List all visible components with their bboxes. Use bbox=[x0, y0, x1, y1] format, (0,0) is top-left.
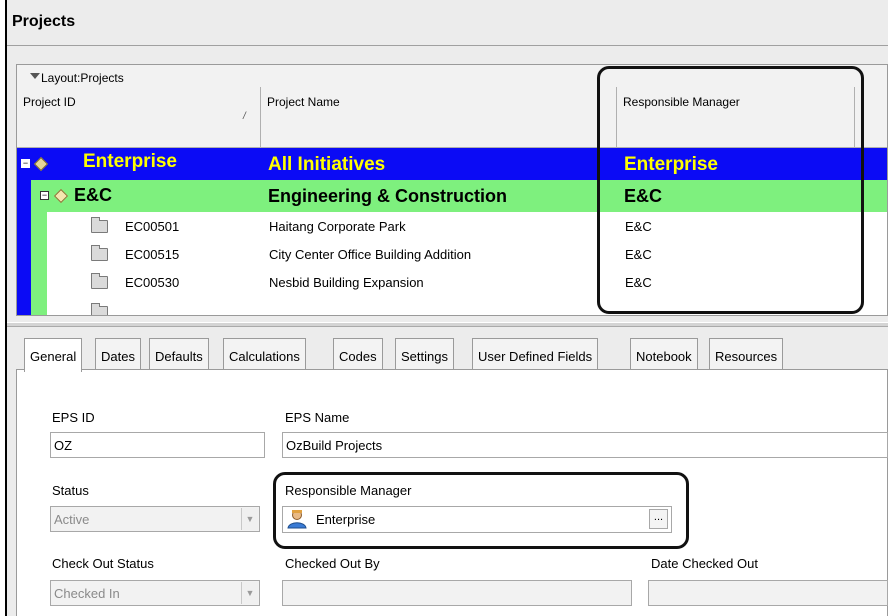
date-checked-out-field[interactable] bbox=[648, 580, 888, 606]
folder-icon bbox=[91, 273, 108, 289]
dropdown-arrow-icon[interactable]: ▼ bbox=[241, 508, 258, 530]
eps-id-label: EPS ID bbox=[52, 410, 95, 425]
layout-label[interactable]: Layout:Projects bbox=[41, 71, 124, 85]
row-id: E&C bbox=[74, 185, 113, 205]
column-header-project-id[interactable]: Project ID bbox=[17, 87, 261, 148]
tab-settings[interactable]: Settings bbox=[395, 338, 454, 369]
project-name-cell: Haitang Corporate Park bbox=[269, 219, 406, 234]
hierarchy-indent-level-1 bbox=[17, 180, 31, 315]
checked-out-by-field[interactable] bbox=[282, 580, 632, 606]
eps-name-field[interactable]: OzBuild Projects bbox=[282, 432, 888, 458]
folder-icon bbox=[91, 217, 108, 233]
hierarchy-indent-level-2 bbox=[31, 212, 47, 315]
collapse-icon[interactable]: − bbox=[21, 159, 30, 168]
row-id: Enterprise bbox=[83, 151, 177, 172]
column-header-label: Project ID bbox=[23, 95, 76, 109]
title-divider bbox=[7, 45, 888, 46]
collapse-icon[interactable]: − bbox=[40, 191, 49, 200]
eps-id-field[interactable]: OZ bbox=[50, 432, 265, 458]
pane-splitter[interactable] bbox=[7, 322, 888, 327]
date-checked-out-label: Date Checked Out bbox=[651, 556, 758, 571]
tab-general[interactable]: General bbox=[24, 338, 83, 372]
project-id-cell: EC00530 bbox=[125, 275, 180, 290]
column-header-label: Project Name bbox=[267, 95, 340, 109]
project-id-cell: EC00515 bbox=[125, 247, 180, 262]
tab-user-defined-fields[interactable]: User Defined Fields bbox=[472, 338, 599, 369]
highlight-callout-manager bbox=[273, 472, 689, 549]
checked-out-by-label: Checked Out By bbox=[285, 556, 380, 571]
row-name: All Initiatives bbox=[268, 154, 386, 175]
sort-indicator-icon: / bbox=[243, 111, 246, 122]
tab-dates[interactable]: Dates bbox=[95, 338, 141, 369]
tab-calculations[interactable]: Calculations bbox=[223, 338, 306, 369]
dropdown-arrow-icon[interactable]: ▼ bbox=[241, 582, 258, 604]
highlight-callout-column bbox=[597, 66, 864, 314]
row-name: Engineering & Construction bbox=[268, 186, 508, 206]
folder-icon bbox=[91, 245, 108, 261]
status-value: Active bbox=[54, 512, 90, 527]
project-name-cell: City Center Office Building Addition bbox=[269, 247, 472, 262]
eps-diamond-icon bbox=[33, 156, 49, 172]
column-header-project-name[interactable]: Project Name bbox=[261, 87, 617, 148]
tab-notebook[interactable]: Notebook bbox=[630, 338, 698, 369]
eps-name-value: OzBuild Projects bbox=[286, 438, 383, 453]
check-out-status-value: Checked In bbox=[54, 586, 120, 601]
folder-icon bbox=[91, 303, 108, 315]
check-out-status-label: Check Out Status bbox=[52, 556, 154, 571]
project-name-cell: Nesbid Building Expansion bbox=[269, 275, 424, 290]
eps-name-label: EPS Name bbox=[285, 410, 350, 425]
eps-diamond-icon bbox=[53, 188, 69, 204]
status-select[interactable]: Active ▼ bbox=[50, 506, 260, 532]
check-out-status-select[interactable]: Checked In ▼ bbox=[50, 580, 260, 606]
tab-codes[interactable]: Codes bbox=[333, 338, 383, 369]
eps-id-value: OZ bbox=[54, 438, 73, 453]
page-title: Projects bbox=[12, 13, 76, 30]
tab-resources[interactable]: Resources bbox=[709, 338, 784, 369]
tab-defaults[interactable]: Defaults bbox=[149, 338, 209, 369]
project-id-cell: EC00501 bbox=[125, 219, 180, 234]
status-label: Status bbox=[52, 483, 89, 498]
triangle-down-icon[interactable] bbox=[30, 73, 40, 79]
